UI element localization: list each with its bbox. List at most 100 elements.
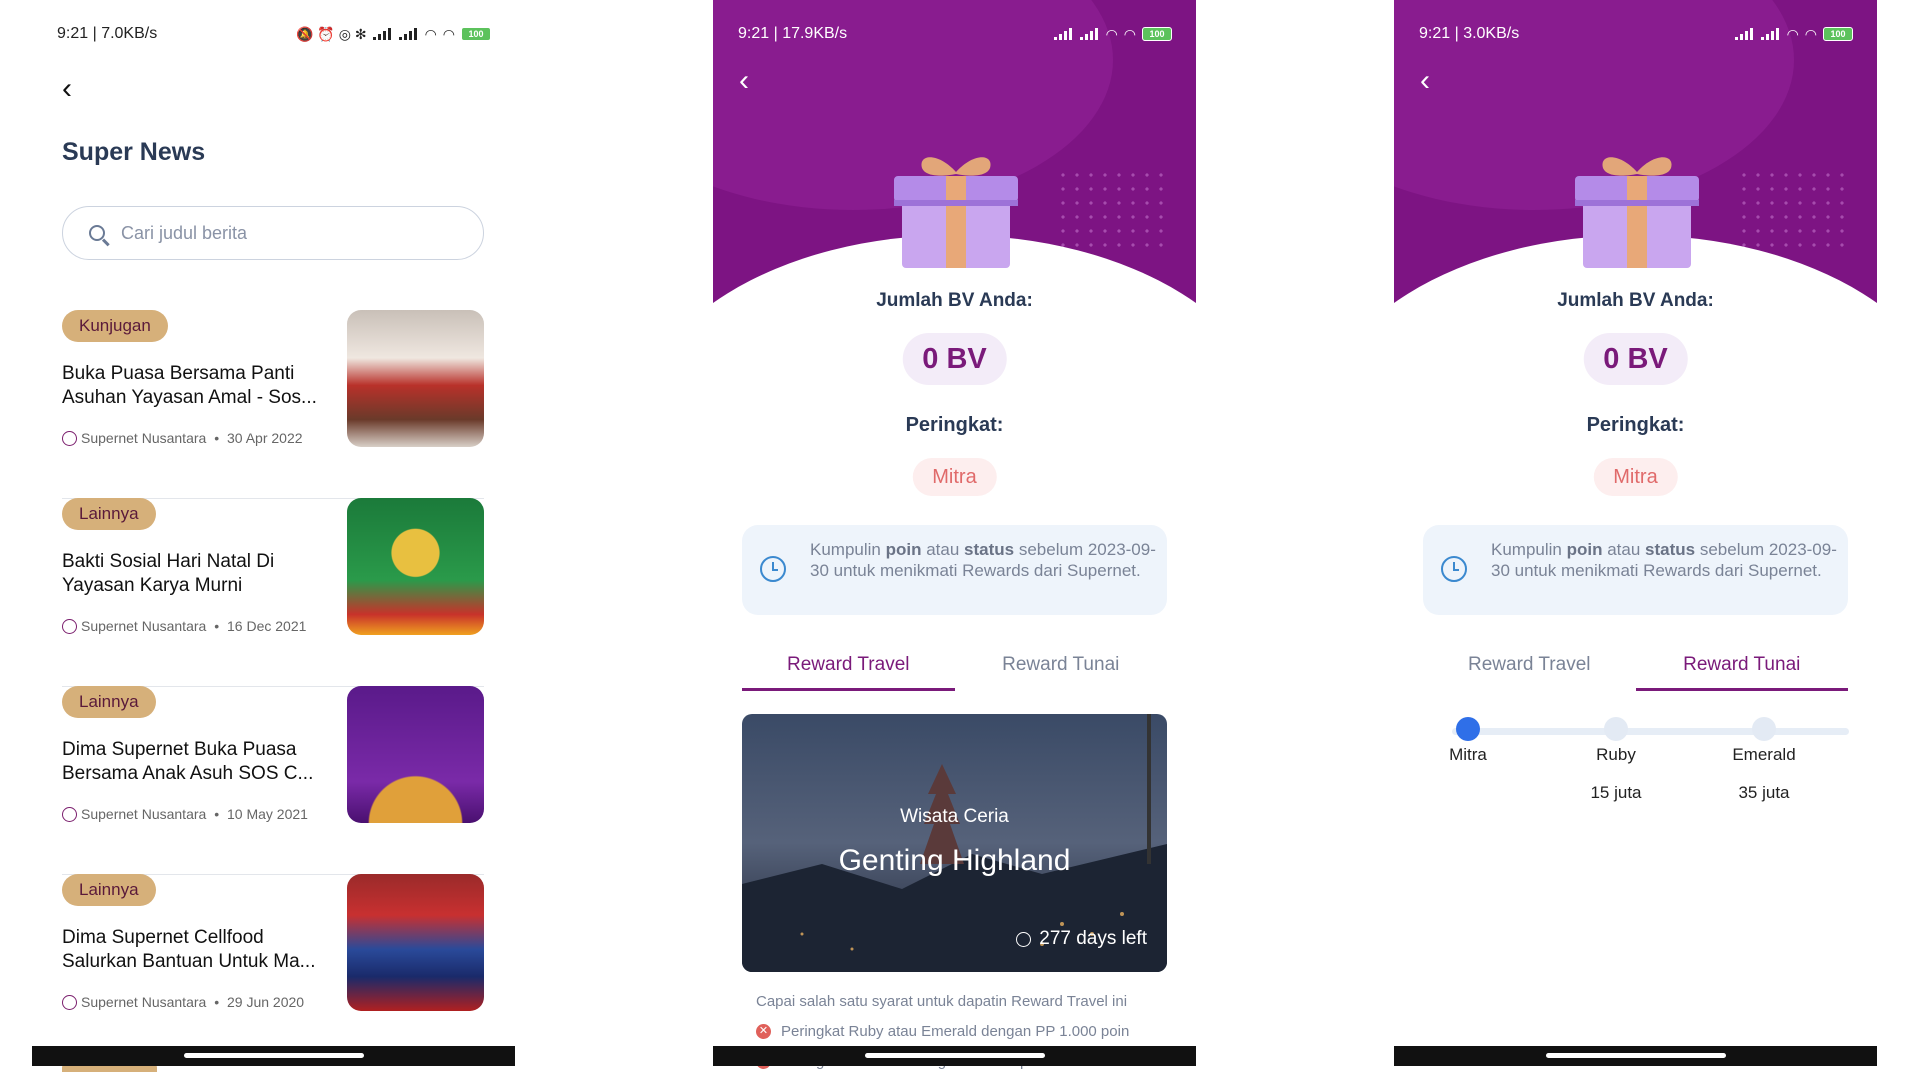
category-badge: Lainnya bbox=[62, 874, 156, 906]
reward-cash-screen: 9:21 | 3.0KB/s ◠ ◠ 100 ‹ Jumlah BV Anda:… bbox=[1394, 0, 1877, 1080]
tier-dot bbox=[1604, 717, 1628, 741]
rank-label: Peringkat: bbox=[1586, 414, 1685, 436]
info-banner: Kumpulin poin atau status sebelum 2023-0… bbox=[1423, 525, 1848, 615]
news-date: 30 Apr 2022 bbox=[227, 430, 303, 446]
news-thumbnail[interactable] bbox=[347, 498, 484, 635]
search-input[interactable] bbox=[119, 221, 423, 245]
rank-badge: Mitra bbox=[912, 458, 997, 496]
news-author: Supernet Nusantara bbox=[81, 430, 207, 446]
news-meta: Supernet Nusantara • 29 Jun 2020 bbox=[62, 994, 304, 1010]
signal-icon bbox=[1760, 28, 1781, 40]
bv-value: 0 BV bbox=[902, 333, 1007, 385]
tier-emerald: Emerald 35 juta bbox=[1704, 717, 1824, 803]
news-title[interactable]: Dima Supernet Buka Puasa Bersama Anak As… bbox=[62, 738, 337, 786]
news-item[interactable]: Lainnya Dima Supernet Cellfood Salurkan … bbox=[62, 874, 484, 1063]
status-time: 9:21 | 17.9KB/s bbox=[738, 25, 848, 42]
wifi-icon: ◠ bbox=[424, 25, 437, 42]
category-badge: Lainnya bbox=[62, 498, 156, 530]
tier-value: 35 juta bbox=[1738, 783, 1790, 802]
reward-travel-screen: 9:21 | 17.9KB/s ◠ ◠ 100 ‹ Jumlah BV Anda… bbox=[713, 0, 1196, 1080]
news-meta: Supernet Nusantara • 16 Dec 2021 bbox=[62, 618, 306, 634]
status-bar: 9:21 | 17.9KB/s ◠ ◠ 100 bbox=[713, 14, 1196, 54]
tab-reward-tunai[interactable]: Reward Tunai bbox=[955, 645, 1168, 695]
bv-value: 0 BV bbox=[1583, 333, 1688, 385]
rank-badge: Mitra bbox=[1593, 458, 1678, 496]
info-text: Kumpulin poin atau status sebelum 2023-0… bbox=[1491, 540, 1837, 580]
wifi-icon: ◠ bbox=[1786, 25, 1799, 42]
status-bar: 9:21 | 3.0KB/s ◠ ◠ 100 bbox=[1394, 14, 1877, 54]
tab-reward-travel[interactable]: Reward Travel bbox=[1423, 645, 1636, 695]
news-item[interactable]: Kunjugan Buka Puasa Bersama Panti Asuhan… bbox=[62, 310, 484, 499]
user-icon bbox=[62, 994, 77, 1010]
status-icons: ◠ ◠ 100 bbox=[1734, 25, 1853, 43]
back-arrow-icon[interactable]: ‹ bbox=[1420, 64, 1430, 98]
user-icon bbox=[62, 806, 77, 822]
card-subtitle: Wisata Ceria bbox=[900, 806, 1009, 827]
category-badge: Kunjugan bbox=[62, 310, 168, 342]
tier-mitra: Mitra bbox=[1408, 717, 1528, 783]
search-icon bbox=[89, 225, 105, 241]
news-title[interactable]: Buka Puasa Bersama Panti Asuhan Yayasan … bbox=[62, 362, 337, 410]
info-text: Kumpulin poin atau status sebelum 2023-0… bbox=[810, 540, 1156, 580]
rank-label: Peringkat: bbox=[905, 414, 1004, 436]
meta-dot: • bbox=[210, 618, 223, 634]
signal-icon bbox=[1079, 28, 1100, 40]
meta-dot: • bbox=[210, 430, 223, 446]
wifi-icon: ◠ bbox=[442, 25, 455, 42]
cross-icon: ✕ bbox=[756, 1024, 771, 1039]
tier-name: Emerald bbox=[1732, 745, 1796, 764]
tab-reward-tunai[interactable]: Reward Tunai bbox=[1635, 645, 1849, 695]
news-date: 10 May 2021 bbox=[227, 806, 308, 822]
meta-dot: • bbox=[210, 806, 223, 822]
status-bar: 9:21 | 7.0KB/s 🔕 ⏰ ◎ ✻ ◠ ◠ 100 bbox=[32, 14, 515, 54]
status-icons: 🔕 ⏰ ◎ ✻ ◠ ◠ 100 bbox=[296, 26, 491, 43]
news-meta: Supernet Nusantara • 10 May 2021 bbox=[62, 806, 308, 822]
requirement-text: Peringkat Ruby atau Emerald dengan PP 1.… bbox=[781, 1023, 1130, 1040]
signal-icon bbox=[398, 28, 419, 40]
signal-icon bbox=[372, 28, 393, 40]
tier-name: Ruby bbox=[1596, 745, 1636, 764]
home-indicator bbox=[713, 1046, 1196, 1066]
category-badge: Lainnya bbox=[62, 686, 156, 718]
clock-icon bbox=[1441, 556, 1467, 582]
news-author: Supernet Nusantara bbox=[81, 994, 207, 1010]
days-left-text: 277 days left bbox=[1039, 928, 1147, 949]
news-title[interactable]: Bakti Sosial Hari Natal Di Yayasan Karya… bbox=[62, 550, 337, 598]
battery-icon: 100 bbox=[1823, 27, 1853, 41]
news-date: 29 Jun 2020 bbox=[227, 994, 305, 1010]
search-bar[interactable] bbox=[62, 206, 484, 260]
back-arrow-icon[interactable]: ‹ bbox=[62, 72, 72, 106]
status-icons: ◠ ◠ 100 bbox=[1053, 25, 1172, 43]
news-item[interactable]: Lainnya Bakti Sosial Hari Natal Di Yayas… bbox=[62, 498, 484, 687]
card-title: Genting Highland bbox=[838, 844, 1071, 877]
wifi-icon: ◠ bbox=[1105, 25, 1118, 42]
user-icon bbox=[62, 618, 77, 634]
news-title[interactable]: Dima Supernet Cellfood Salurkan Bantuan … bbox=[62, 926, 337, 974]
tab-reward-travel[interactable]: Reward Travel bbox=[742, 645, 955, 695]
news-thumbnail[interactable] bbox=[347, 310, 484, 447]
home-indicator bbox=[32, 1046, 515, 1066]
news-thumbnail[interactable] bbox=[347, 874, 484, 1011]
news-author: Supernet Nusantara bbox=[81, 806, 207, 822]
news-thumbnail[interactable] bbox=[347, 686, 484, 823]
clock-icon bbox=[760, 556, 786, 582]
reward-tabs: Reward Travel Reward Tunai bbox=[1423, 645, 1848, 695]
gift-icon bbox=[1575, 157, 1699, 268]
signal-icon bbox=[1053, 28, 1074, 40]
dot-pattern bbox=[1056, 168, 1166, 248]
user-icon bbox=[62, 430, 77, 446]
news-screen: 9:21 | 7.0KB/s 🔕 ⏰ ◎ ✻ ◠ ◠ 100 ‹ Super N… bbox=[32, 0, 515, 1080]
battery-icon: 100 bbox=[1142, 27, 1172, 41]
wifi-icon: ◠ bbox=[1123, 25, 1136, 42]
home-indicator bbox=[1394, 1046, 1877, 1066]
days-left: 277 days left bbox=[1016, 928, 1147, 950]
news-item[interactable]: Lainnya Dima Supernet Buka Puasa Bersama… bbox=[62, 686, 484, 875]
requirement-item: ✕ Peringkat Ruby atau Emerald dengan PP 1… bbox=[756, 1023, 1129, 1040]
tier-ruby: Ruby 15 juta bbox=[1556, 717, 1676, 803]
clock-icon bbox=[1016, 931, 1032, 947]
requirements-title: Capai salah satu syarat untuk dapatin Re… bbox=[756, 993, 1128, 1010]
status-extra-icons: 🔕 ⏰ ◎ ✻ bbox=[296, 25, 367, 42]
back-arrow-icon[interactable]: ‹ bbox=[739, 64, 749, 98]
reward-card[interactable]: Wisata Ceria Genting Highland 277 days l… bbox=[742, 714, 1167, 972]
wifi-icon: ◠ bbox=[1804, 25, 1817, 42]
